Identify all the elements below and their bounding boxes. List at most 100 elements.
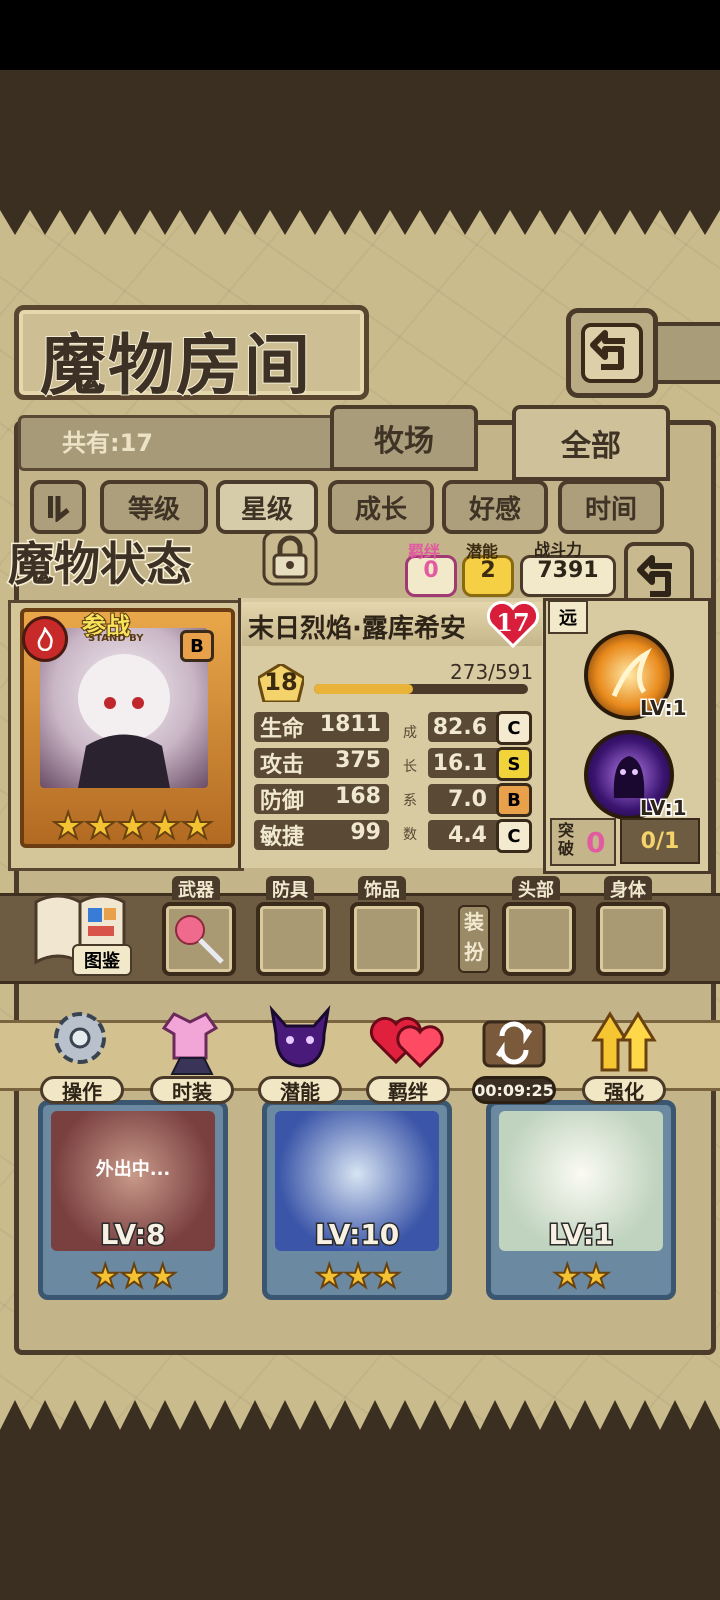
torn-edge-bottom <box>0 1400 720 1450</box>
stat-label: 防御 <box>260 789 305 814</box>
sort-row: 等级 星级 成长 好感 时间 <box>30 480 690 534</box>
slot-label: 饰品 <box>358 876 406 901</box>
affection-level: 17 <box>496 608 530 637</box>
stat-row-hp: 生命 1811 <box>254 712 389 742</box>
range-tag: 远 <box>548 600 588 634</box>
hearts-icon <box>369 1016 444 1069</box>
stat-row-attack: 攻击 375 <box>254 748 389 778</box>
page-title: 魔物房间 <box>39 326 312 405</box>
armor-slot[interactable] <box>256 902 330 976</box>
dress-up-label: 装 扮 <box>458 905 490 973</box>
sort-level[interactable]: 等级 <box>100 480 208 534</box>
return-arrow-icon <box>637 555 672 597</box>
status-title: 魔物状态 <box>7 536 194 593</box>
monster-card-stars: ★★★ <box>314 1256 402 1296</box>
lock-icon <box>262 530 318 586</box>
action-operate-button[interactable]: 操作 <box>40 1000 124 1104</box>
codex-label: 图鉴 <box>72 944 132 976</box>
monster-card-level: LV:8 <box>99 1217 167 1253</box>
breakthrough-box: 突 破 0 <box>550 818 616 866</box>
codex-button[interactable]: 图鉴 <box>30 888 132 980</box>
away-status: 外出中... <box>95 1159 171 1180</box>
slot-label: 身体 <box>604 876 652 901</box>
grade-badge: C <box>496 711 532 745</box>
sort-order-toggle[interactable] <box>30 480 86 534</box>
action-potential-button[interactable]: 潜能 <box>258 1000 342 1104</box>
body-slot[interactable] <box>596 902 670 976</box>
stat-label: 攻击 <box>260 753 305 778</box>
stat-row-defense: 防御 168 <box>254 784 389 814</box>
monster-card[interactable]: 外出中... LV:8 ★★★ <box>38 1100 228 1300</box>
slot-label: 武器 <box>172 876 220 901</box>
exp-bar <box>314 684 528 694</box>
devil-icon <box>269 1005 331 1068</box>
sort-growth[interactable]: 成长 <box>328 480 434 534</box>
action-bond-button[interactable]: 羁绊 <box>366 1000 450 1104</box>
action-label: 潜能 <box>258 1076 342 1104</box>
sort-order-icon <box>48 496 70 522</box>
timer-label: 00:09:25 <box>472 1076 556 1104</box>
monster-count: 共有:17 <box>62 429 153 457</box>
weapon-slot[interactable] <box>162 902 236 976</box>
exp-bar-fill <box>314 684 413 694</box>
stat-label: 生命 <box>260 717 305 742</box>
grade-badge: C <box>496 819 532 853</box>
stat-value: 99 <box>350 820 381 845</box>
tab-all[interactable]: 全部 <box>512 405 670 481</box>
stat-value: 1811 <box>319 712 381 737</box>
lock-button[interactable] <box>262 530 318 586</box>
gear-icon <box>54 1012 106 1064</box>
return-arrow-icon <box>581 323 643 383</box>
sort-affection[interactable]: 好感 <box>442 480 548 534</box>
potential-label: 潜能 <box>466 542 499 561</box>
upgrade-arrows-icon <box>591 1011 657 1072</box>
back-bar <box>648 322 720 384</box>
action-label: 时装 <box>150 1076 234 1104</box>
deploy-sublabel: STAND BY <box>88 633 144 644</box>
power-value: 7391 <box>520 555 616 597</box>
action-timer-button[interactable]: 00:09:25 <box>472 1000 556 1104</box>
monster-card[interactable]: LV:10 ★★★ <box>262 1100 452 1300</box>
monster-card-level: LV:1 <box>547 1217 615 1253</box>
stat-value: 375 <box>335 748 381 773</box>
affection-heart: 17 <box>485 600 541 650</box>
fire-element-icon <box>22 616 68 662</box>
slot-label: 头部 <box>512 876 560 901</box>
monster-card-stars: ★★ <box>552 1256 611 1296</box>
monster-name: 末日烈焰·露库希安 <box>248 614 466 644</box>
outfit-icon <box>161 1012 219 1075</box>
skill-level: LV:1 <box>638 795 688 822</box>
stat-row-agility: 敏捷 99 <box>254 820 389 850</box>
breakthrough-progress: 0/1 <box>620 818 700 864</box>
breakthrough-label: 突 <box>558 821 575 840</box>
back-button[interactable] <box>566 308 658 398</box>
action-label: 羁绊 <box>366 1076 450 1104</box>
grade-badge: B <box>496 783 532 817</box>
grade-badge: S <box>496 747 532 781</box>
sort-time[interactable]: 时间 <box>558 480 664 534</box>
accessory-slot[interactable] <box>350 902 424 976</box>
action-outfit-button[interactable]: 时装 <box>150 1000 234 1104</box>
power-label: 战斗力 <box>534 540 583 559</box>
stat-label: 敏捷 <box>260 825 305 850</box>
breakthrough-value: 0 <box>586 826 606 859</box>
monster-level: 18 <box>264 668 298 696</box>
skill-level: LV:1 <box>638 695 688 722</box>
sort-star[interactable]: 星级 <box>216 480 318 534</box>
level-badge: 18 <box>256 662 306 704</box>
stat-value: 168 <box>335 784 381 809</box>
monster-card[interactable]: LV:1 ★★ <box>486 1100 676 1300</box>
growth-vertical-label: 成 长 系 数 <box>403 725 417 843</box>
lollipop-icon <box>175 915 224 964</box>
action-upgrade-button[interactable]: 强化 <box>582 1000 666 1104</box>
rank-badge: B <box>180 630 214 662</box>
monster-card-level: LV:10 <box>313 1217 401 1253</box>
slot-label: 防具 <box>266 876 314 901</box>
torn-edge-top <box>0 195 720 235</box>
monster-card-stars: ★★★ <box>90 1256 178 1296</box>
action-label: 强化 <box>582 1076 666 1104</box>
exp-text: 273/591 <box>450 660 534 684</box>
bond-label: 羁绊 <box>408 542 441 561</box>
tab-pasture[interactable]: 牧场 <box>330 405 478 471</box>
head-slot[interactable] <box>502 902 576 976</box>
